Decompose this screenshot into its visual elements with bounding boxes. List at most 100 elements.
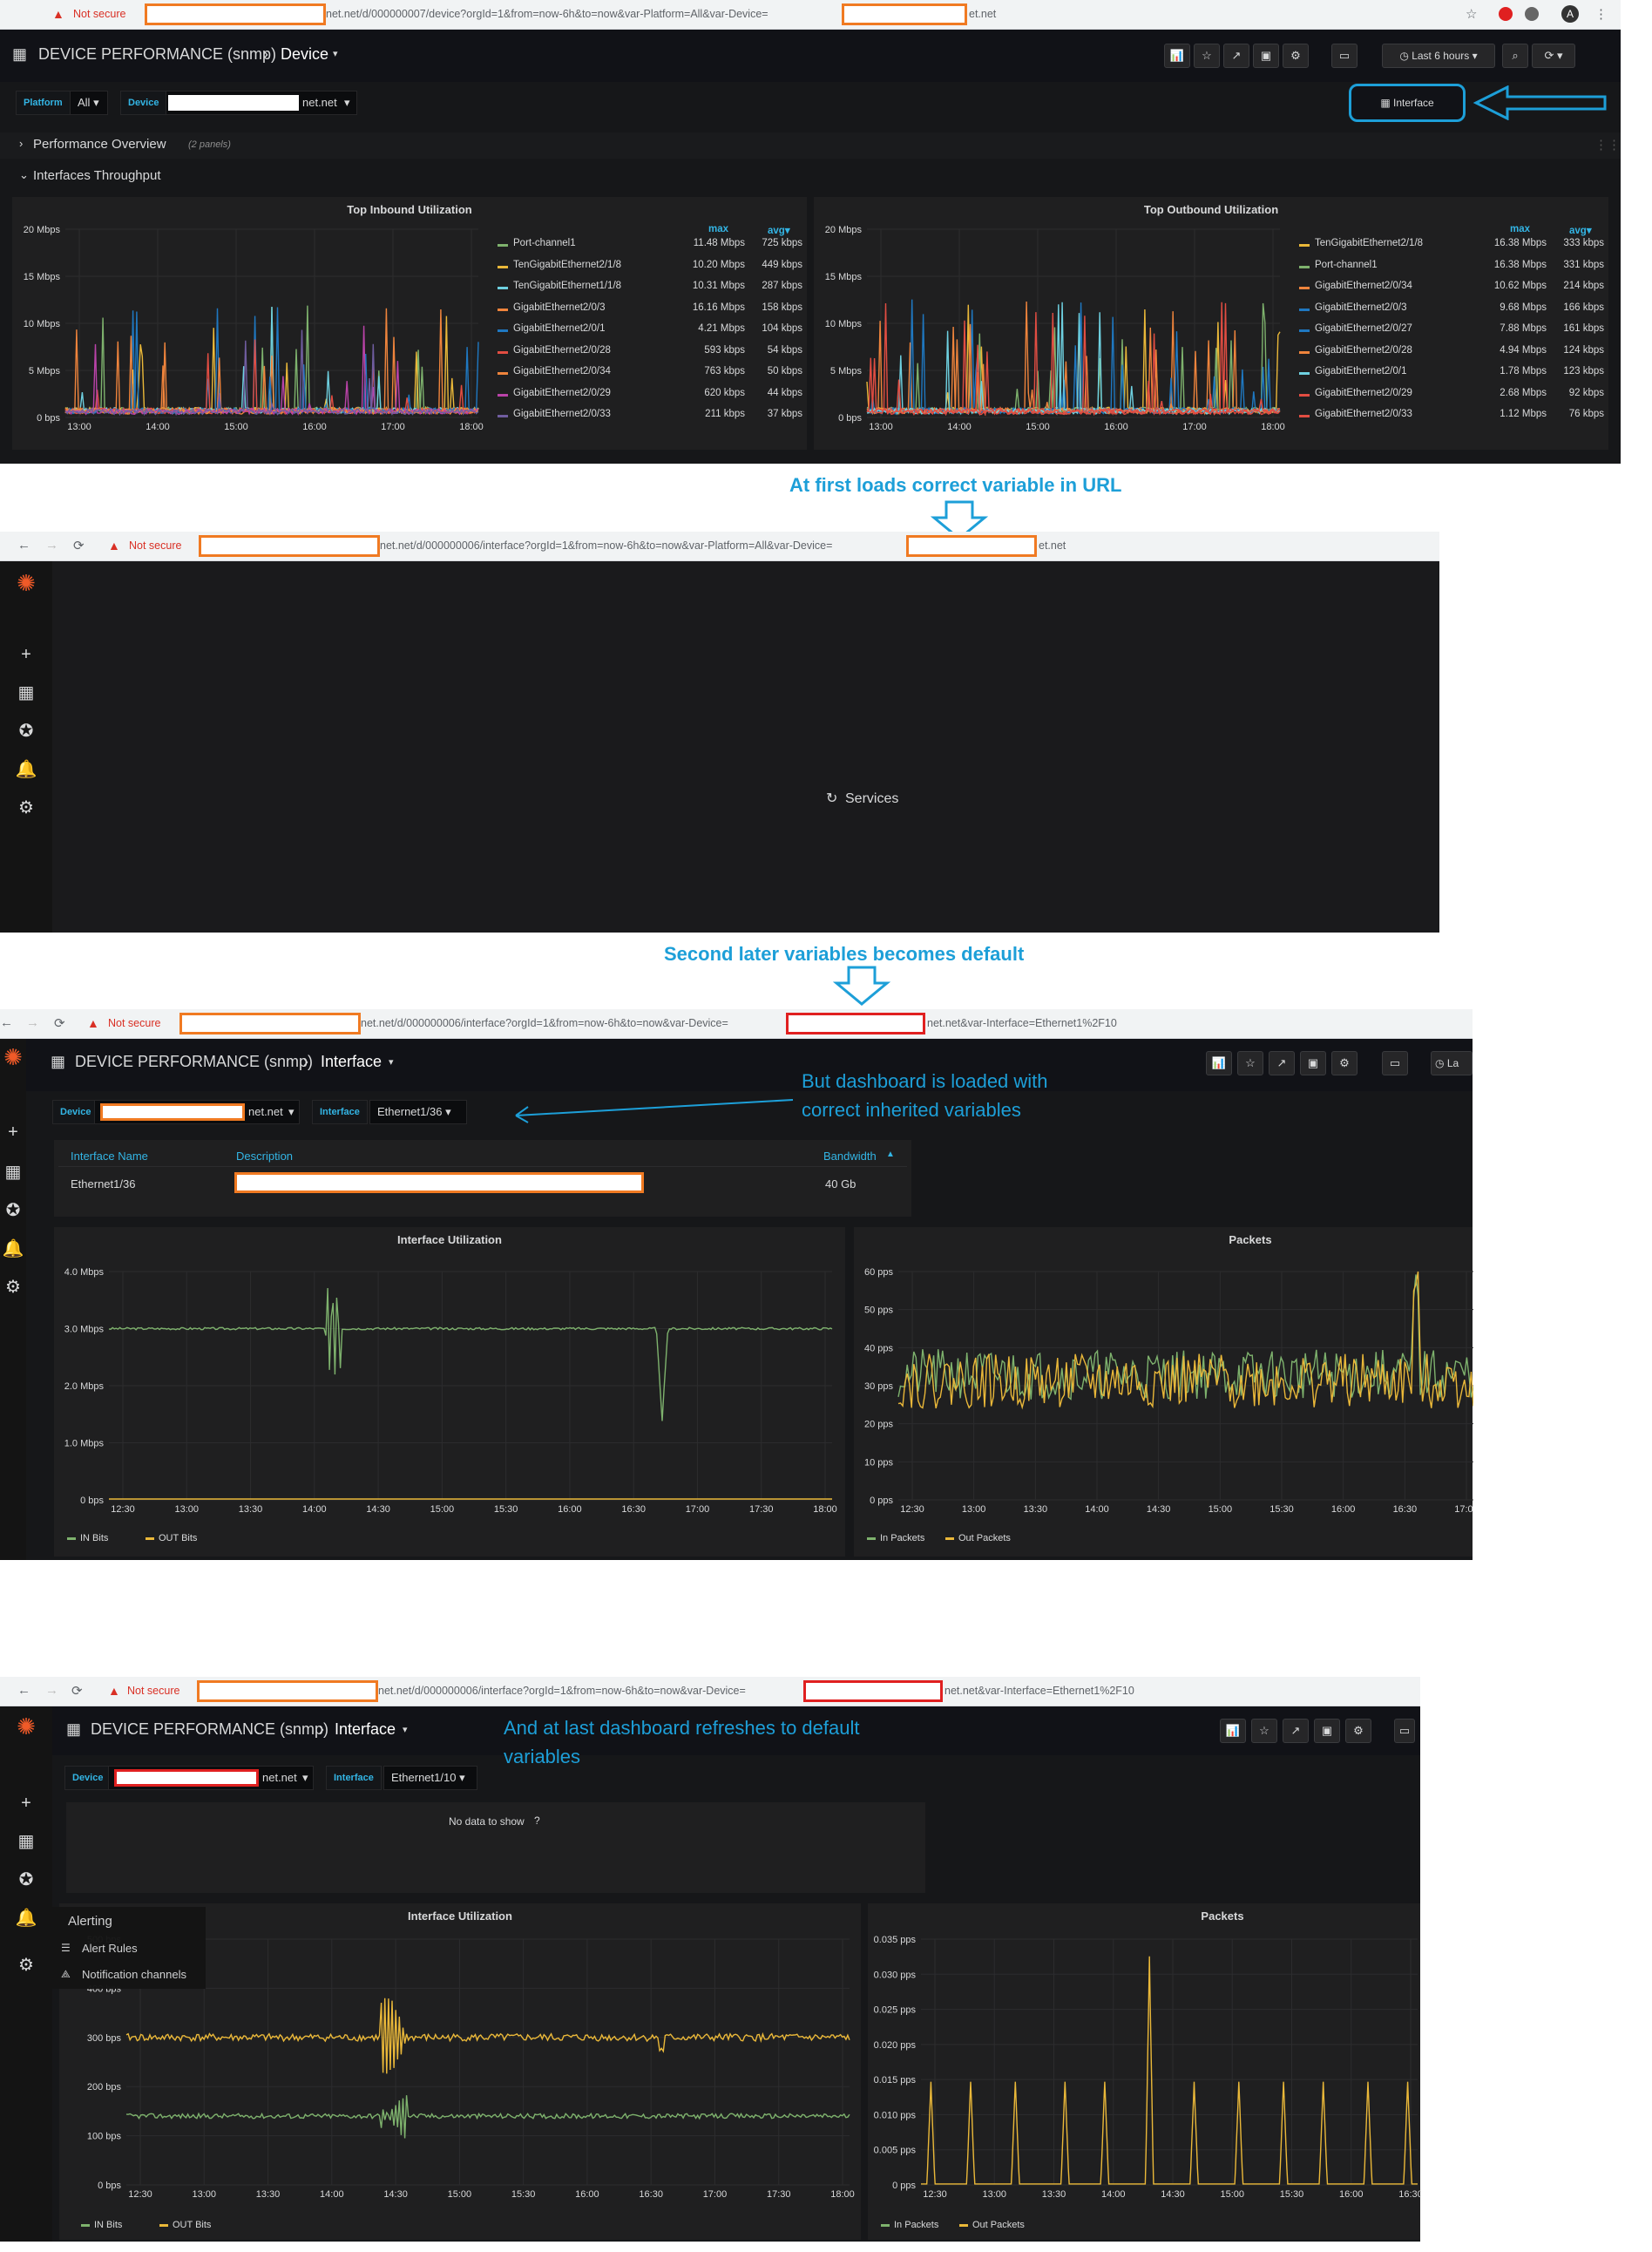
save-button[interactable]: ▣ (1253, 44, 1279, 68)
legend-item[interactable]: Out Packets (959, 2220, 1025, 2230)
legend-item[interactable]: IN Bits (81, 2220, 122, 2230)
forward-icon[interactable]: → (26, 1015, 39, 1030)
menu-title[interactable]: Alerting (68, 1914, 112, 1929)
dashboards-icon[interactable]: ▦ (66, 1720, 81, 1739)
legend-row[interactable]: GigabitEthernet2/0/3 9.68 Mbps 166 kbps (1294, 302, 1604, 318)
star-button[interactable]: ☆ (1251, 1719, 1277, 1743)
gear-icon[interactable]: ⚙ (13, 797, 39, 818)
col-description[interactable]: Description (236, 1150, 293, 1163)
device-select[interactable]: net.net ▾ (108, 1766, 314, 1790)
dashboards-icon[interactable]: ▦ (13, 1830, 39, 1852)
plus-icon[interactable]: + (0, 1123, 26, 1143)
explore-icon[interactable]: ✪ (13, 720, 39, 742)
legend-row[interactable]: Port-channel1 11.48 Mbps 725 kbps (492, 238, 802, 254)
settings-button[interactable]: ⚙ (1331, 1051, 1357, 1075)
tv-mode-button[interactable]: ▭ (1382, 1051, 1408, 1075)
page-title[interactable]: Device (281, 45, 328, 64)
legend-row[interactable]: TenGigabitEthernet2/1/8 16.38 Mbps 333 kbp… (1294, 238, 1604, 254)
legend-row[interactable]: TenGigabitEthernet2/1/8 10.20 Mbps 449 kbp… (492, 260, 802, 275)
dashboard-title[interactable]: DEVICE PERFORMANCE (snmp) (38, 45, 276, 64)
panel-title[interactable]: Packets (855, 1233, 1646, 1246)
back-icon[interactable]: ← (17, 538, 30, 553)
chevron-down-icon[interactable]: ▾ (403, 1724, 408, 1735)
grafana-logo-icon[interactable]: ✺ (0, 1044, 26, 1071)
legend-item[interactable]: OUT Bits (159, 2220, 211, 2230)
interface-link-button[interactable]: ▦ Interface (1349, 84, 1466, 122)
browser-address-bar[interactable]: ▲ Not secure net.net/d/000000007/device?… (0, 0, 1621, 30)
explore-icon[interactable]: ✪ (0, 1199, 26, 1221)
gear-icon[interactable]: ⚙ (13, 1954, 39, 1976)
chevron-down-icon[interactable]: ▾ (389, 1056, 394, 1068)
col-interface-name[interactable]: Interface Name (71, 1150, 148, 1163)
dashboard-title[interactable]: DEVICE PERFORMANCE (snmp) (75, 1053, 313, 1071)
browser-address-bar[interactable]: ← → ⟳ ▲ Not secure net.net/d/000000006/i… (0, 532, 1439, 561)
help-icon[interactable]: ? (534, 1814, 540, 1827)
dashboards-icon[interactable]: ▦ (13, 682, 39, 703)
bell-icon[interactable]: 🔔 (13, 758, 39, 780)
forward-icon[interactable]: → (45, 538, 58, 553)
extension-icon[interactable] (1499, 7, 1513, 21)
time-picker[interactable]: ◷ Last 6 hours ▾ (1382, 44, 1495, 68)
legend-row[interactable]: GigabitEthernet2/0/28 4.94 Mbps 124 kbps (1294, 345, 1604, 361)
legend-row[interactable]: GigabitEthernet2/0/29 2.68 Mbps 92 kbps (1294, 388, 1604, 404)
refresh-button[interactable]: ⟳ ▾ (1532, 44, 1575, 68)
dashboards-icon[interactable]: ▦ (0, 1161, 26, 1183)
interface-select[interactable]: Ethernet1/10 ▾ (383, 1766, 477, 1790)
legend-row[interactable]: GigabitEthernet2/0/3 16.16 Mbps 158 kbps (492, 302, 802, 318)
browser-address-bar[interactable]: ← → ⟳ ▲ Not secure net.net/d/000000006/i… (0, 1009, 1473, 1078)
back-icon[interactable]: ← (0, 1015, 13, 1030)
extension-icon[interactable] (1525, 7, 1539, 21)
legend-row[interactable]: GigabitEthernet2/0/27 7.88 Mbps 161 kbps (1294, 323, 1604, 339)
legend-item[interactable]: In Packets (867, 1533, 924, 1543)
star-button[interactable]: ☆ (1194, 44, 1220, 68)
legend-item[interactable]: Out Packets (945, 1533, 1011, 1543)
save-button[interactable]: ▣ (1300, 1051, 1326, 1075)
menu-kebab-icon[interactable]: ⋮ (1594, 6, 1608, 22)
legend-item[interactable]: OUT Bits (146, 1533, 197, 1543)
interface-select[interactable]: Ethernet1/36 ▾ (369, 1100, 467, 1124)
panel-title[interactable]: Top Outbound Utilization (815, 203, 1608, 216)
panel-title[interactable]: Interface Utilization (55, 1233, 844, 1246)
add-panel-button[interactable]: 📊 (1206, 1051, 1232, 1075)
dashboards-icon[interactable]: ▦ (12, 45, 27, 64)
row-performance-overview[interactable]: › Performance Overview (2 panels) ⋮⋮ (0, 132, 1621, 159)
add-panel-button[interactable]: 📊 (1164, 44, 1190, 68)
share-button[interactable]: ↗ (1223, 44, 1249, 68)
plus-icon[interactable]: + (13, 1794, 39, 1814)
gear-icon[interactable]: ⚙ (0, 1276, 26, 1298)
reload-icon[interactable]: ⟳ (54, 1015, 65, 1031)
reload-icon[interactable]: ⟳ (71, 1683, 83, 1699)
grafana-logo-icon[interactable]: ✺ (13, 570, 39, 597)
menu-item-notification-channels[interactable]: Notification channels (82, 1968, 186, 1981)
legend-row[interactable]: Port-channel1 16.38 Mbps 331 kbps (1294, 260, 1604, 275)
time-picker[interactable]: ◷ La (1431, 1051, 1473, 1075)
settings-button[interactable]: ⚙ (1345, 1719, 1371, 1743)
dashboard-title[interactable]: DEVICE PERFORMANCE (snmp) (91, 1720, 328, 1739)
menu-item-alert-rules[interactable]: Alert Rules (82, 1942, 138, 1955)
platform-select[interactable]: All ▾ (70, 91, 108, 115)
settings-button[interactable]: ⚙ (1283, 44, 1309, 68)
add-panel-button[interactable]: 📊 (1220, 1719, 1246, 1743)
star-button[interactable]: ☆ (1237, 1051, 1263, 1075)
page-title[interactable]: Interface (321, 1053, 382, 1071)
device-select[interactable]: net.net ▾ (166, 91, 357, 115)
tv-mode-button[interactable]: ▭ (1394, 1719, 1415, 1743)
row-interfaces-throughput[interactable]: ⌄ Interfaces Throughput (0, 164, 1621, 190)
legend-item[interactable]: IN Bits (67, 1533, 108, 1543)
legend-row[interactable]: GigabitEthernet2/0/29 620 kbps 44 kbps (492, 388, 802, 404)
share-button[interactable]: ↗ (1269, 1051, 1295, 1075)
back-icon[interactable]: ← (17, 1683, 30, 1698)
legend-row[interactable]: GigabitEthernet2/0/33 1.12 Mbps 76 kbps (1294, 409, 1604, 424)
legend-row[interactable]: GigabitEthernet2/0/34 763 kbps 50 kbps (492, 366, 802, 382)
legend-row[interactable]: GigabitEthernet2/0/33 211 kbps 37 kbps (492, 409, 802, 424)
bookmark-star-icon[interactable]: ☆ (1466, 6, 1477, 22)
legend-row[interactable]: GigabitEthernet2/0/1 1.78 Mbps 123 kbps (1294, 366, 1604, 382)
bell-icon[interactable]: 🔔 (13, 1907, 39, 1929)
page-title[interactable]: Interface (335, 1720, 396, 1739)
browser-address-bar[interactable]: ← → ⟳ ▲ Not secure net.net/d/000000006/i… (0, 1677, 1420, 1706)
legend-row[interactable]: GigabitEthernet2/0/34 10.62 Mbps 214 kbps (1294, 281, 1604, 296)
chevron-down-icon[interactable]: ▾ (333, 48, 338, 59)
profile-avatar[interactable]: A (1561, 5, 1579, 23)
legend-item[interactable]: In Packets (881, 2220, 938, 2230)
panel-title[interactable]: Top Inbound Utilization (13, 203, 806, 216)
